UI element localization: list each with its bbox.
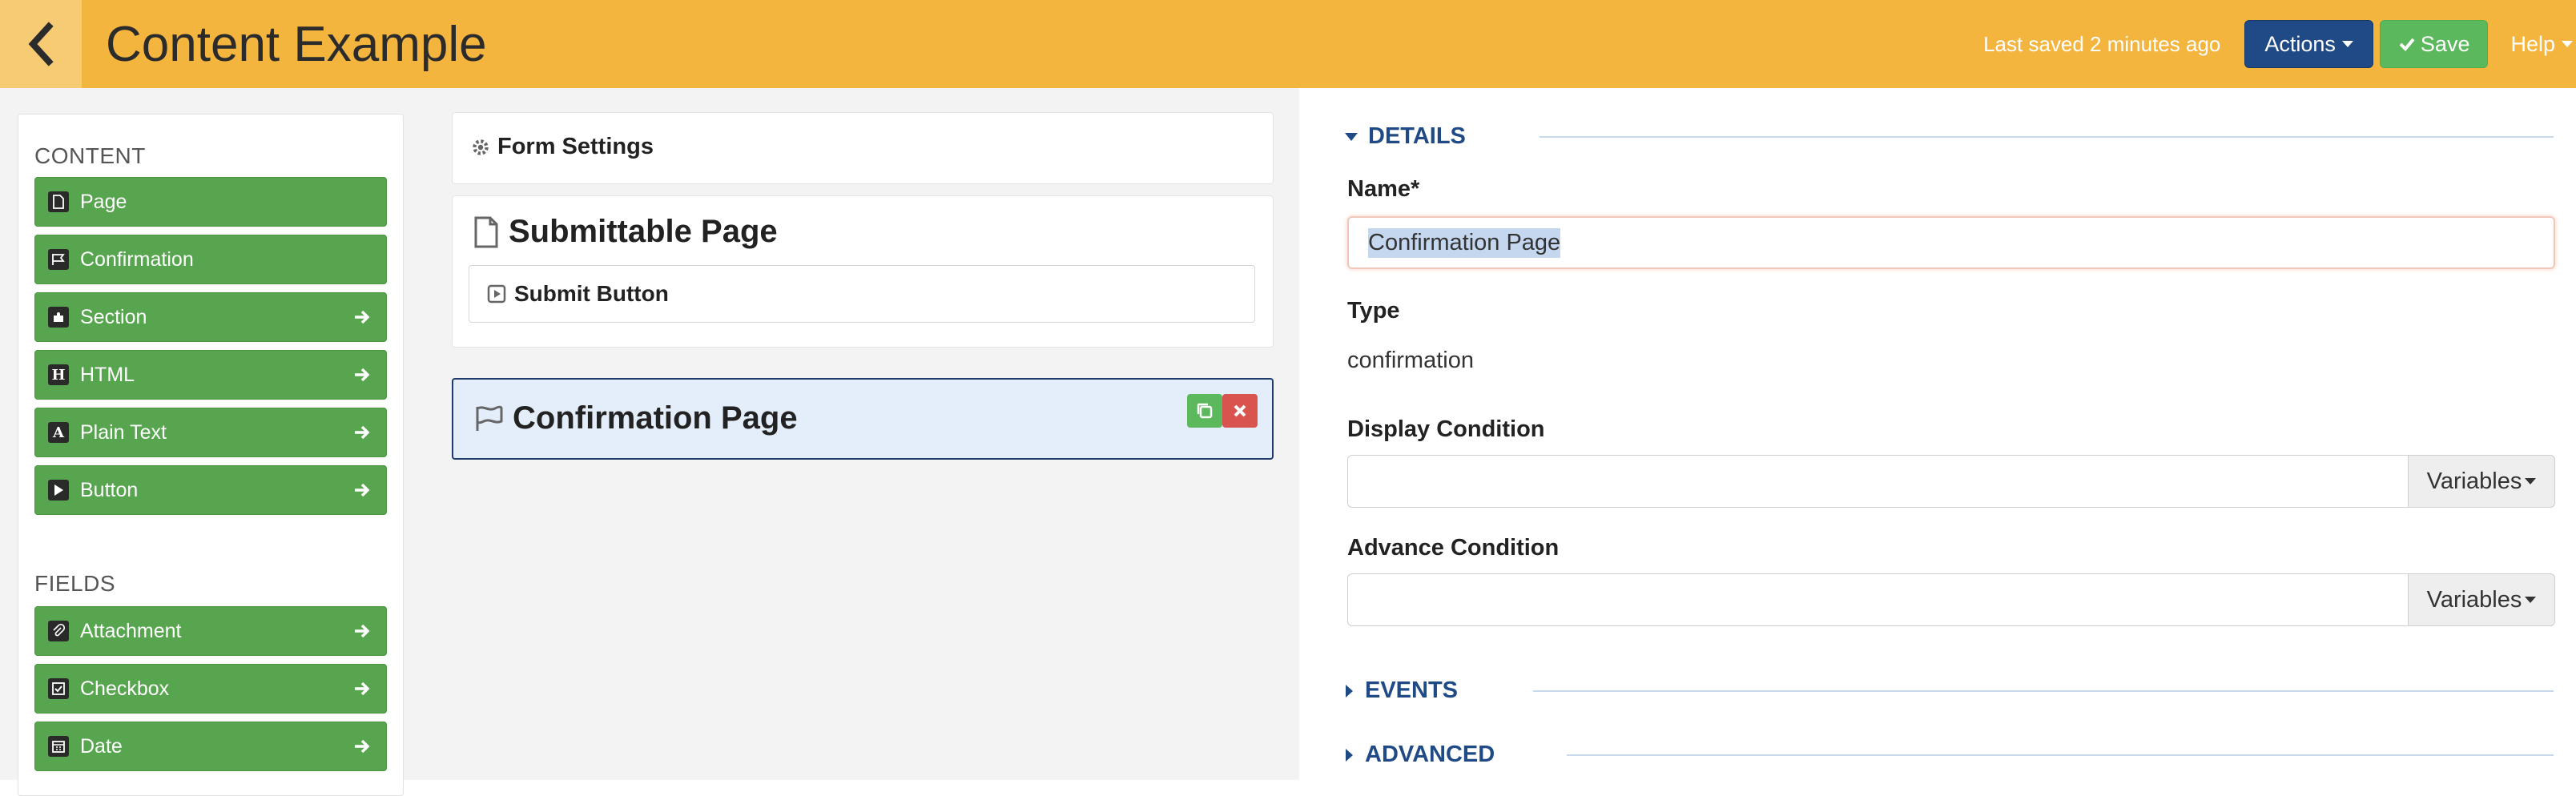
- advance-condition-input[interactable]: [1347, 573, 2408, 626]
- palette-item-label: Confirmation: [80, 247, 194, 271]
- arrow-right-icon: [355, 425, 370, 440]
- palette-item-date[interactable]: Date: [34, 722, 387, 771]
- palette-item-section[interactable]: Section: [34, 292, 387, 342]
- type-value: confirmation: [1347, 348, 1474, 373]
- paperclip-icon: [48, 621, 69, 641]
- submittable-page-title: Submittable Page: [509, 214, 778, 249]
- caret-down-icon: [2341, 41, 2353, 47]
- arrow-right-icon: [355, 310, 370, 324]
- form-canvas: Form Settings Submittable Page Submit Bu…: [426, 88, 1300, 780]
- details-section-toggle[interactable]: DETAILS: [1344, 123, 1466, 150]
- check-icon: [2399, 38, 2415, 51]
- help-dropdown[interactable]: Help: [2510, 32, 2573, 57]
- variables-label: Variables: [2426, 586, 2522, 613]
- events-heading: EVENTS: [1365, 677, 1459, 703]
- play-icon: [48, 480, 69, 501]
- submit-button-label: Submit Button: [514, 281, 669, 306]
- delete-button[interactable]: [1222, 394, 1258, 428]
- submittable-page-card[interactable]: Submittable Page Submit Button: [452, 195, 1274, 348]
- divider: [1567, 754, 2554, 756]
- form-settings-title: Form Settings: [497, 134, 654, 159]
- palette-item-plain-text[interactable]: A Plain Text: [34, 408, 387, 457]
- caret-down-icon: [2562, 41, 2573, 47]
- file-icon: [474, 216, 498, 247]
- a-icon: A: [48, 422, 69, 443]
- arrow-right-icon: [355, 483, 370, 497]
- caret-right-icon: [1346, 684, 1353, 698]
- advance-condition-label: Advance Condition: [1347, 535, 1560, 561]
- caret-right-icon: [1346, 748, 1353, 762]
- palette-item-label: Attachment: [80, 619, 182, 642]
- save-label: Save: [2420, 31, 2470, 56]
- play-square-icon: [487, 284, 506, 304]
- arrow-right-icon: [355, 739, 370, 754]
- submit-button-element[interactable]: Submit Button: [469, 265, 1255, 323]
- actions-label: Actions: [2264, 31, 2336, 56]
- details-panel: DETAILS Name* Confirmation Page Type con…: [1299, 88, 2576, 780]
- back-button[interactable]: [0, 0, 82, 88]
- details-heading: DETAILS: [1368, 123, 1466, 149]
- name-input[interactable]: Confirmation Page: [1347, 216, 2555, 269]
- caret-down-icon: [2525, 478, 2537, 484]
- component-palette: CONTENT Page Confirmation Section H HTML…: [18, 114, 404, 796]
- confirmation-page-card[interactable]: Confirmation Page: [452, 378, 1274, 460]
- divider: [1540, 136, 2554, 138]
- caret-down-icon: [1345, 132, 1358, 141]
- palette-item-page[interactable]: Page: [34, 177, 387, 227]
- checkbox-icon: [48, 678, 69, 699]
- actions-dropdown-button[interactable]: Actions: [2244, 20, 2373, 68]
- display-condition-variables-button[interactable]: Variables: [2408, 455, 2555, 508]
- close-icon: [1234, 404, 1246, 417]
- file-icon: [48, 191, 69, 212]
- palette-item-label: Page: [80, 190, 127, 213]
- fields-group-title: FIELDS: [34, 571, 116, 596]
- gear-icon: [473, 139, 489, 155]
- type-label: Type: [1347, 298, 1400, 324]
- palette-item-attachment[interactable]: Attachment: [34, 606, 387, 656]
- help-label: Help: [2510, 31, 2555, 56]
- palette-item-label: Button: [80, 478, 139, 501]
- copy-icon: [1197, 403, 1213, 419]
- last-saved-status: Last saved 2 minutes ago: [1983, 31, 2221, 56]
- flag-icon: [48, 249, 69, 270]
- caret-down-icon: [2525, 597, 2537, 603]
- duplicate-button[interactable]: [1187, 394, 1222, 428]
- page-title: Content Example: [106, 16, 487, 72]
- palette-item-button[interactable]: Button: [34, 465, 387, 515]
- h-icon: H: [48, 364, 69, 385]
- advanced-section-toggle[interactable]: ADVANCED: [1344, 742, 1495, 768]
- divider: [1533, 690, 2554, 692]
- palette-item-label: Section: [80, 305, 147, 328]
- advance-condition-variables-button[interactable]: Variables: [2408, 573, 2555, 626]
- form-settings-card[interactable]: Form Settings: [452, 112, 1274, 184]
- flag-icon: [476, 405, 503, 431]
- advanced-heading: ADVANCED: [1365, 742, 1495, 767]
- top-header: Content Example Last saved 2 minutes ago…: [0, 0, 2576, 88]
- name-input-value: Confirmation Page: [1368, 227, 1561, 258]
- palette-item-label: Date: [80, 734, 123, 758]
- content-group-title: CONTENT: [34, 143, 146, 168]
- component-palette-column: CONTENT Page Confirmation Section H HTML…: [0, 88, 426, 796]
- confirmation-page-title: Confirmation Page: [513, 400, 798, 436]
- events-section-toggle[interactable]: EVENTS: [1344, 677, 1458, 704]
- display-condition-input[interactable]: [1347, 455, 2408, 508]
- arrow-right-icon: [355, 624, 370, 638]
- palette-item-label: Checkbox: [80, 677, 170, 700]
- palette-item-html[interactable]: H HTML: [34, 350, 387, 400]
- name-label: Name*: [1347, 176, 1420, 202]
- save-button[interactable]: Save: [2379, 20, 2489, 68]
- arrow-right-icon: [355, 368, 370, 382]
- display-condition-label: Display Condition: [1347, 416, 1545, 442]
- variables-label: Variables: [2426, 468, 2522, 494]
- palette-item-label: HTML: [80, 363, 135, 386]
- palette-item-checkbox[interactable]: Checkbox: [34, 664, 387, 714]
- palette-item-label: Plain Text: [80, 420, 167, 444]
- chevron-left-icon: [28, 22, 54, 66]
- palette-item-confirmation[interactable]: Confirmation: [34, 235, 387, 284]
- arrow-right-icon: [355, 681, 370, 696]
- calendar-icon: [48, 736, 69, 757]
- puzzle-icon: [48, 307, 69, 328]
